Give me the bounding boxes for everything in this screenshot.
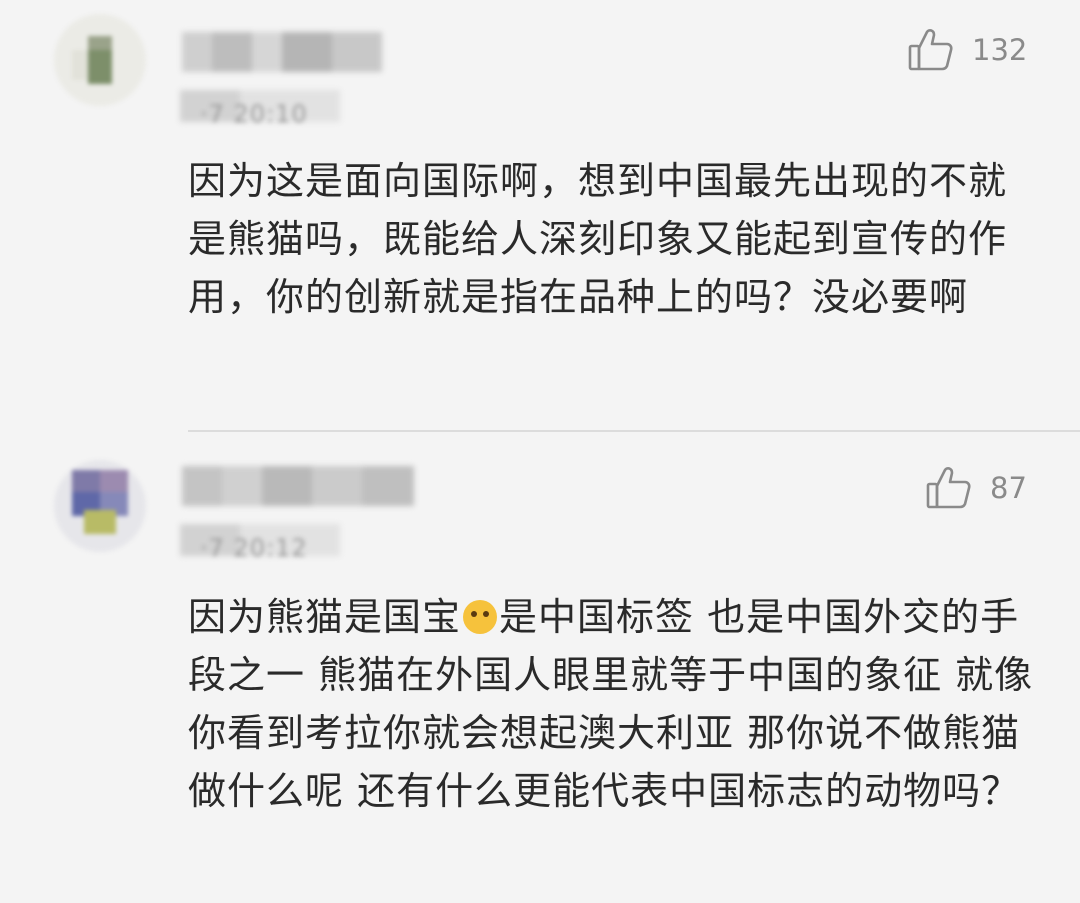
doge-emoji-icon xyxy=(463,600,498,634)
avatar[interactable] xyxy=(54,460,146,552)
comment-text: 因为熊猫是国宝 是中国标签 也是中国外交的手段之一 熊猫在外国人眼里就等于中国的象… xyxy=(188,588,1038,820)
like-button[interactable]: 87 xyxy=(926,466,1027,510)
comment-item: ·7 20:12 87 因为熊猫是国宝 是中国标签 也是中国外交的手段之一 熊猫在… xyxy=(0,0,1080,903)
username-blurred[interactable] xyxy=(182,466,414,506)
thumbs-up-icon xyxy=(926,466,972,510)
like-count: 87 xyxy=(990,471,1027,505)
timestamp: ·7 20:12 xyxy=(200,534,308,562)
comment-text-part: 因为熊猫是国宝 xyxy=(188,595,462,639)
